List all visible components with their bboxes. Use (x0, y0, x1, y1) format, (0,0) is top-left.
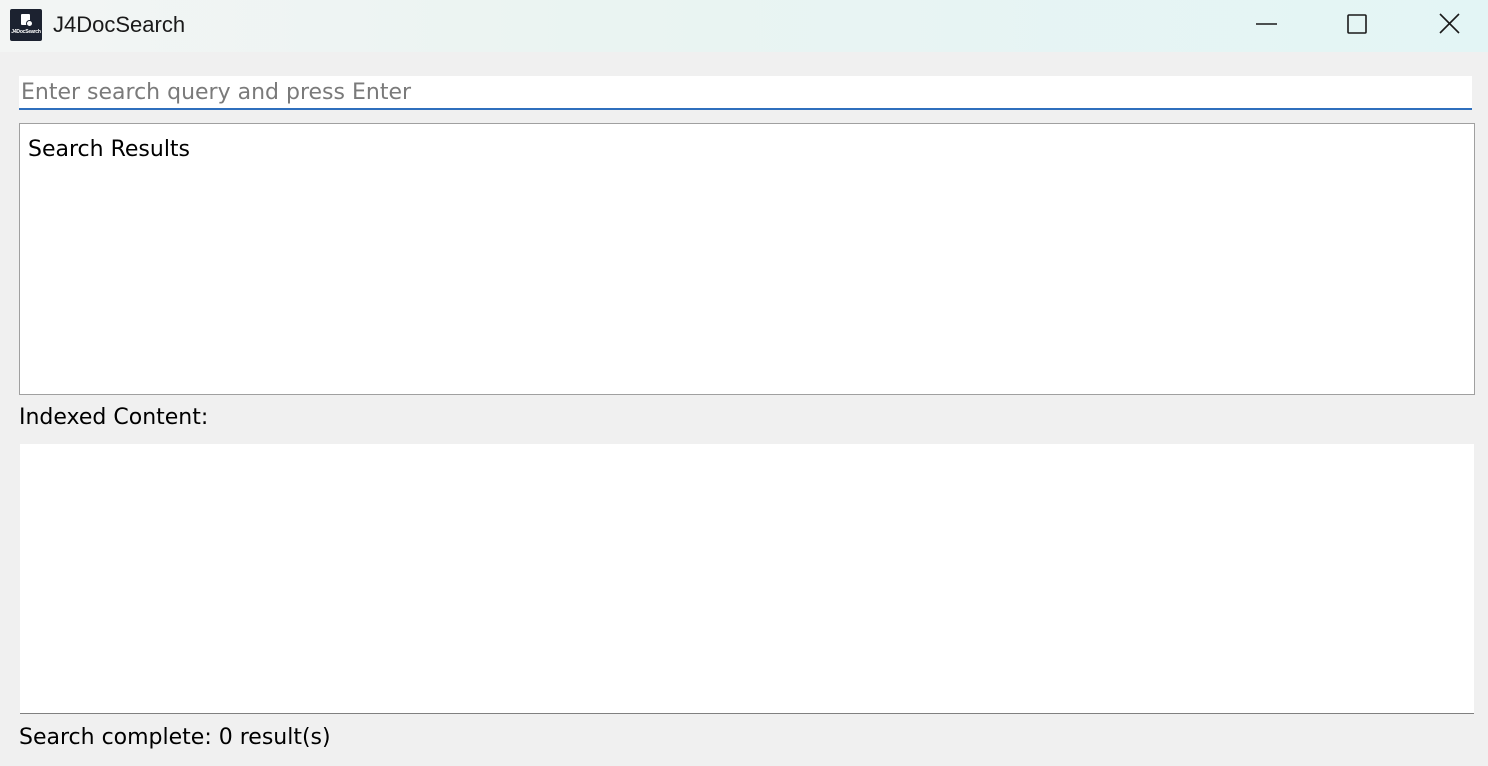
window-title: J4DocSearch (53, 12, 186, 37)
app-logo-caption: J4DocSearch (11, 29, 41, 35)
app-logo-icon: J4DocSearch (10, 9, 42, 41)
search-input[interactable] (19, 76, 1472, 110)
document-search-icon (21, 14, 33, 27)
minimize-button[interactable] (1220, 0, 1312, 48)
status-bar-text: Search complete: 0 result(s) (19, 725, 331, 750)
title-bar[interactable]: J4DocSearch J4DocSearch (0, 0, 1488, 52)
indexed-content-area[interactable] (20, 444, 1474, 714)
app-window: J4DocSearch J4DocSearch Search Results I… (0, 0, 1488, 766)
close-button[interactable] (1404, 0, 1488, 48)
maximize-icon (1347, 14, 1367, 34)
minimize-icon (1256, 23, 1277, 25)
search-results-list[interactable]: Search Results (19, 123, 1475, 395)
search-results-header: Search Results (28, 137, 191, 162)
indexed-content-label: Indexed Content: (19, 405, 209, 430)
close-icon (1439, 13, 1460, 34)
maximize-button[interactable] (1311, 0, 1403, 48)
